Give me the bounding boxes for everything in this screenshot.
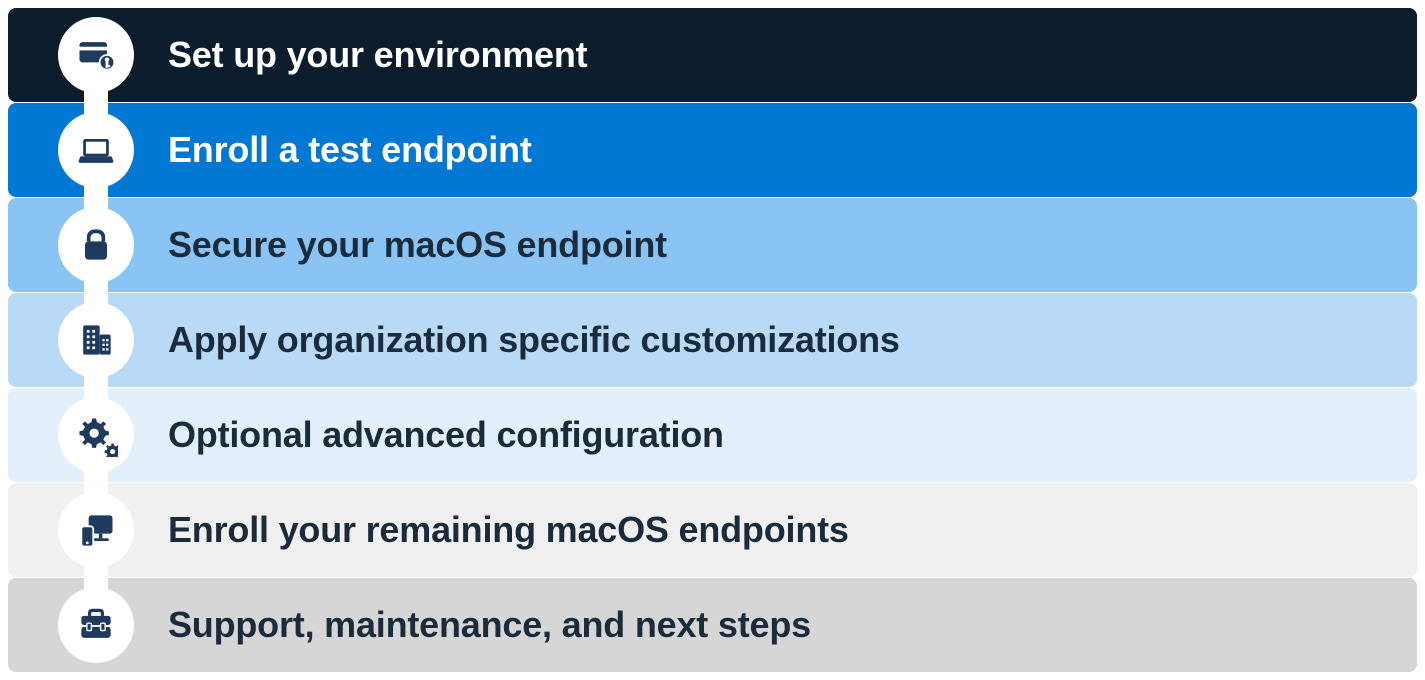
step-label: Enroll your remaining macOS endpoints [168,509,849,551]
card-key-icon [58,17,134,93]
step-enroll-test-endpoint: Enroll a test endpoint [8,103,1417,197]
toolbox-icon [58,587,134,663]
step-apply-customizations: Apply organization specific customizatio… [8,293,1417,387]
step-support-maintenance: Support, maintenance, and next steps [8,578,1417,672]
step-label: Optional advanced configuration [168,414,724,456]
step-label: Secure your macOS endpoint [168,224,667,266]
laptop-icon [58,112,134,188]
step-label: Support, maintenance, and next steps [168,604,811,646]
building-icon [58,302,134,378]
step-enroll-remaining-endpoints: Enroll your remaining macOS endpoints [8,483,1417,577]
deployment-steps-diagram: Set up your environment Enroll a test en… [8,8,1417,672]
step-label: Enroll a test endpoint [168,129,532,171]
gears-icon [58,397,134,473]
lock-icon [58,207,134,283]
step-setup-environment: Set up your environment [8,8,1417,102]
step-label: Set up your environment [168,34,587,76]
devices-icon [58,492,134,568]
step-label: Apply organization specific customizatio… [168,319,900,361]
step-advanced-configuration: Optional advanced configuration [8,388,1417,482]
step-secure-macos-endpoint: Secure your macOS endpoint [8,198,1417,292]
